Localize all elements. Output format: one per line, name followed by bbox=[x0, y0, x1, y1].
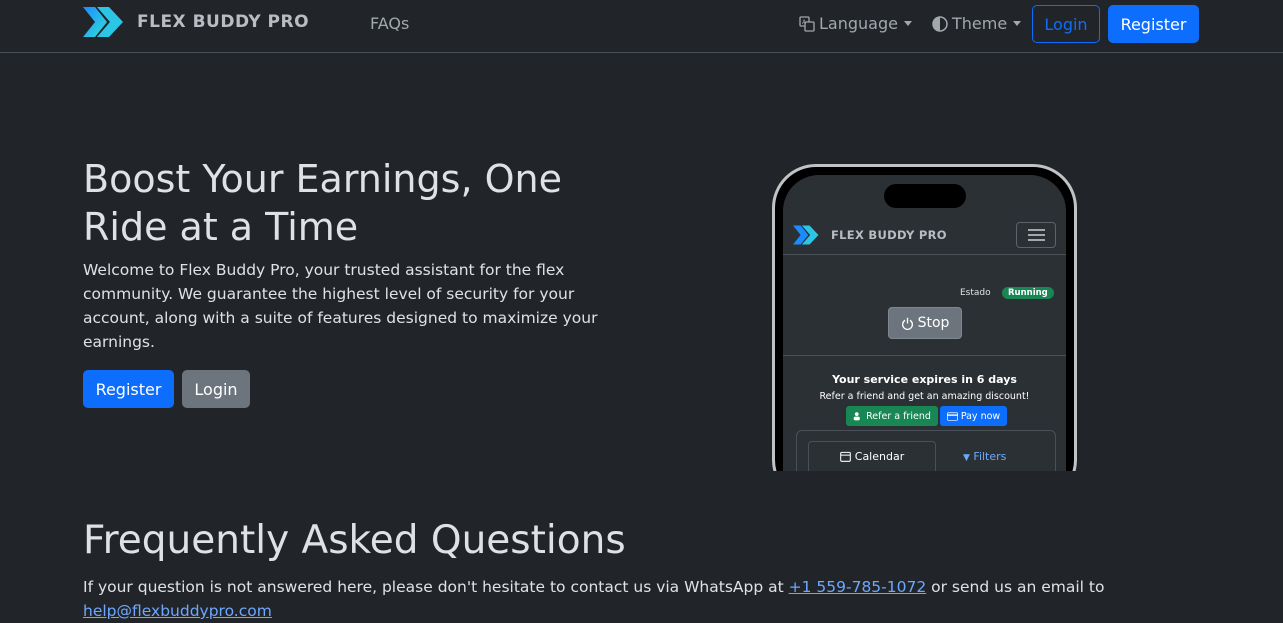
hero-description: Welcome to Flex Buddy Pro, your trusted … bbox=[83, 261, 598, 351]
hero-register-button[interactable]: Register bbox=[83, 370, 174, 408]
phone-stop-label: Stop bbox=[917, 315, 950, 331]
brand-link[interactable]: FLEX BUDDY PRO bbox=[83, 4, 309, 40]
navbar: FLEX BUDDY PRO FAQs A Language Theme Log… bbox=[0, 0, 1283, 53]
brand-name: FLEX BUDDY PRO bbox=[137, 12, 310, 32]
credit-card-icon bbox=[946, 411, 958, 421]
phone-divider bbox=[783, 355, 1066, 356]
translate-icon: A bbox=[799, 15, 815, 32]
people-icon bbox=[853, 412, 860, 421]
hero-title: Boost Your Earnings, One Ride at a Time bbox=[83, 157, 562, 249]
logo-icon bbox=[793, 225, 819, 245]
phone-pay-label: Pay now bbox=[960, 410, 1001, 422]
nav-login-button[interactable]: Login bbox=[1032, 5, 1100, 43]
phone-refer-label: Refer a friend bbox=[866, 410, 931, 422]
theme-dropdown[interactable]: Theme bbox=[932, 14, 1022, 33]
phone-screen: FLEX BUDDY PRO Estado Running Stop Your … bbox=[783, 175, 1066, 471]
phone-expire-text: Your service expires in 6 days bbox=[832, 373, 1017, 386]
dynamic-island bbox=[884, 184, 966, 208]
phone-brand-name: FLEX BUDDY PRO bbox=[831, 228, 947, 242]
phone-status-label: Estado bbox=[960, 288, 991, 298]
hero-login-button[interactable]: Login bbox=[182, 370, 250, 408]
phone-mockup: FLEX BUDDY PRO Estado Running Stop Your … bbox=[705, 143, 1085, 471]
menu-icon bbox=[1016, 222, 1056, 248]
power-icon bbox=[901, 317, 913, 330]
whatsapp-phone-link[interactable]: +1 559-785-1072 bbox=[789, 578, 927, 596]
phone-tab-calendar: Calendar bbox=[808, 441, 936, 471]
filter-icon: ▼ bbox=[963, 453, 970, 463]
chevron-down-icon bbox=[1013, 21, 1022, 26]
language-dropdown[interactable]: A Language bbox=[799, 14, 912, 33]
logo-icon bbox=[83, 7, 123, 37]
phone-refer-button: Refer a friend bbox=[846, 406, 938, 426]
faq-description: If your question is not answered here, p… bbox=[83, 575, 1183, 623]
phone-tab-calendar-label: Calendar bbox=[854, 450, 905, 463]
phone-refer-text: Refer a friend and get an amazing discou… bbox=[819, 391, 1030, 402]
support-email-link[interactable]: help@flexbuddypro.com bbox=[83, 602, 272, 620]
theme-label: Theme bbox=[952, 14, 1008, 33]
phone-stop-button: Stop bbox=[888, 307, 962, 339]
phone-tab-filters-label: Filters bbox=[973, 450, 1007, 463]
nav-faqs-link[interactable]: FAQs bbox=[370, 14, 409, 33]
nav-register-button[interactable]: Register bbox=[1108, 5, 1199, 43]
phone-frame: FLEX BUDDY PRO Estado Running Stop Your … bbox=[772, 164, 1077, 471]
phone-pay-button: Pay now bbox=[940, 406, 1007, 426]
chevron-down-icon bbox=[903, 21, 912, 26]
half-circle-theme-icon bbox=[932, 15, 948, 32]
calendar-icon bbox=[839, 451, 851, 462]
faq-text-middle: or send us an email to bbox=[926, 578, 1105, 596]
phone-tab-filters: ▼ Filters bbox=[963, 450, 1006, 463]
phone-status-badge: Running bbox=[1002, 287, 1054, 299]
language-label: Language bbox=[819, 14, 898, 33]
faq-title: Frequently Asked Questions bbox=[83, 518, 626, 563]
faq-text-before: If your question is not answered here, p… bbox=[83, 578, 789, 596]
